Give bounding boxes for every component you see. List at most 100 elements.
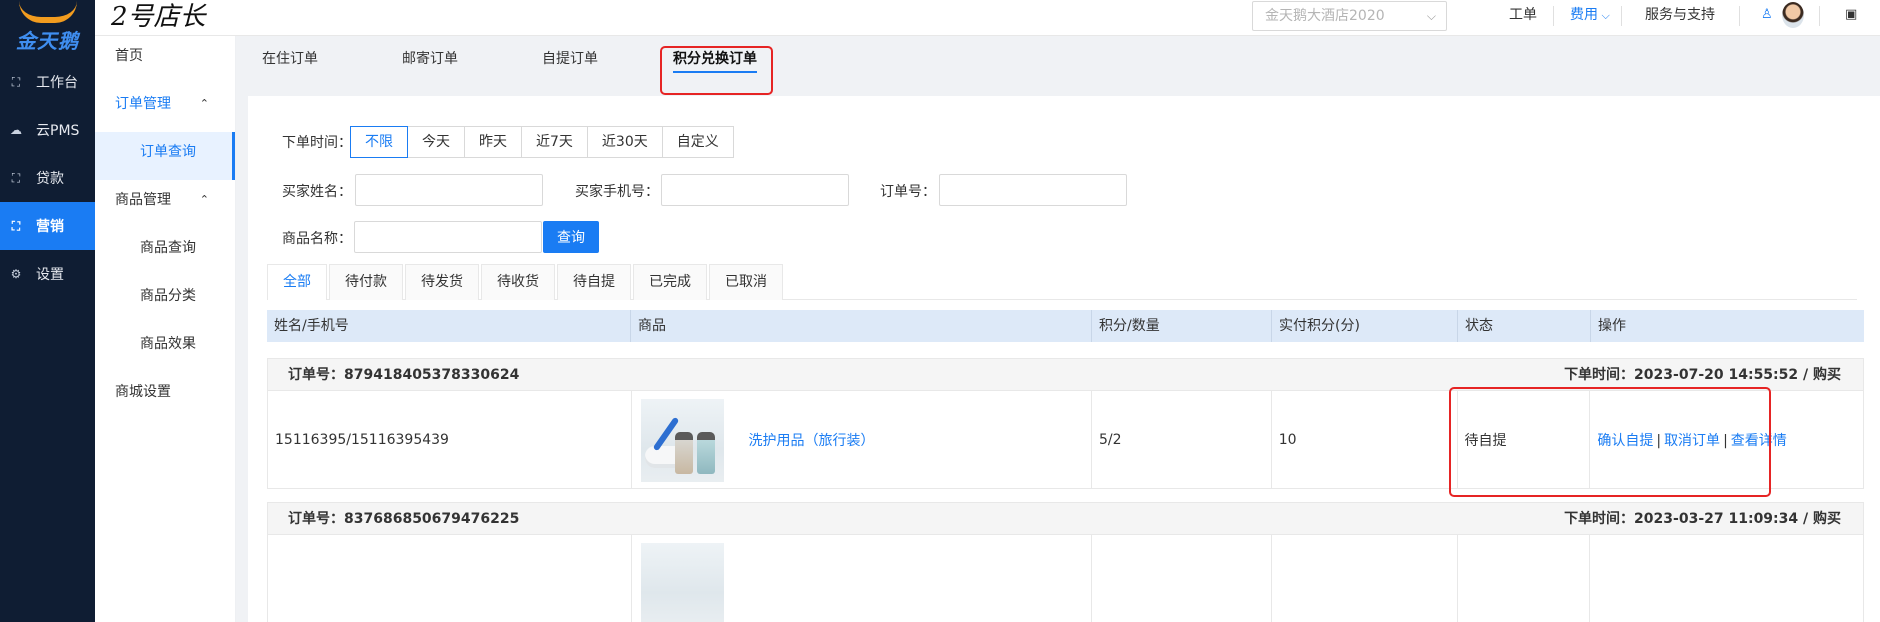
goods-name-label: 商品名称： (282, 231, 352, 247)
table-header: 姓名/手机号 商品 积分/数量 实付积分(分) 状态 操作 (267, 310, 1864, 342)
column-header: 积分/数量 (1092, 310, 1272, 342)
tab-mail-orders[interactable]: 邮寄订单 (402, 48, 458, 68)
chevron-down-icon: ⌵ (1426, 9, 1436, 23)
buyer-phone-label: 买家手机号： (575, 184, 659, 200)
subnav-group-label: 商品管理 (115, 192, 171, 208)
cloud-icon: ☁ (10, 123, 22, 137)
rail-item-label: 工作台 (36, 75, 78, 91)
order-no-input[interactable] (939, 174, 1127, 206)
qrcode-icon[interactable]: ▣ (1845, 0, 1857, 32)
logo-text: 金天鹅 (16, 29, 79, 53)
order-card-header: 订单号：879418405378330624 下单时间：2023-07-20 1… (268, 359, 1863, 391)
status-cell (1458, 535, 1591, 622)
subnav-goods-category[interactable]: 商品分类 (95, 276, 235, 324)
status-tab-pending-shipment[interactable]: 待发货 (405, 264, 479, 300)
bottle-shape (696, 432, 715, 474)
status-tab-pending-payment[interactable]: 待付款 (329, 264, 403, 300)
work-order-link[interactable]: 工单 (1509, 0, 1537, 32)
paid-points-cell (1272, 535, 1458, 622)
divider (1553, 6, 1554, 26)
paid-points: 10 (1278, 431, 1297, 448)
order-card: 订单号：879418405378330624 下单时间：2023-07-20 1… (267, 358, 1864, 489)
main-nav-rail: 金天鹅 ⛶ 工作台 ☁ 云PMS ⛶ 贷款 ⛶ 营销 ⚙ 设置 (0, 0, 95, 622)
subnav-mall-settings[interactable]: 商城设置 (95, 372, 235, 420)
subnav-goods-query[interactable]: 商品查询 (95, 228, 235, 276)
logo-mark-icon (18, 1, 77, 23)
tab-in-house-orders[interactable]: 在住订单 (262, 48, 318, 68)
rail-item-label: 云PMS (36, 123, 80, 139)
status-tab-pending-pickup[interactable]: 待自提 (557, 264, 631, 300)
buyer-phone-input[interactable] (661, 174, 849, 206)
marketing-icon: ⛶ (11, 218, 21, 233)
column-header: 操作 (1598, 318, 1626, 334)
column-header: 商品 (631, 310, 1092, 342)
order-number: 订单号：837686850679476225 (288, 511, 520, 527)
rail-item-label: 营销 (36, 219, 64, 235)
rail-item-loan[interactable]: ⛶ 贷款 (0, 154, 95, 202)
fee-menu[interactable]: 费用 ⌵ (1555, 0, 1610, 32)
time-option-custom[interactable]: 自定义 (661, 126, 734, 158)
subnav-goods-management[interactable]: 商品管理 ⌃ (95, 180, 235, 228)
cancel-order-link[interactable]: 取消订单 (1664, 433, 1720, 449)
subnav-goods-effect[interactable]: 商品效果 (95, 324, 235, 372)
app-root: 金天鹅 ⛶ 工作台 ☁ 云PMS ⛶ 贷款 ⛶ 营销 ⚙ 设置 2号店长 金天鹅… (0, 0, 1880, 622)
rail-item-workbench[interactable]: ⛶ 工作台 (0, 58, 95, 106)
bottle-shape (674, 432, 693, 474)
status-tab-pending-receipt[interactable]: 待收货 (481, 264, 555, 300)
subnav-home[interactable]: 首页 (95, 36, 235, 84)
hotel-select-value: 金天鹅大酒店2020 (1265, 8, 1385, 24)
table-row (268, 535, 1863, 622)
chevron-up-icon: ⌃ (199, 193, 209, 206)
hotel-select[interactable]: 金天鹅大酒店2020 ⌵ (1252, 1, 1447, 31)
workbench-icon: ⛶ (11, 74, 21, 89)
rail-item-label: 贷款 (36, 171, 64, 187)
rail-item-cloud-pms[interactable]: ☁ 云PMS (0, 106, 95, 154)
service-support-link[interactable]: 服务与支持 (1645, 0, 1715, 32)
tab-pickup-orders[interactable]: 自提订单 (542, 48, 598, 68)
time-range-selector: 不限 今天 昨天 近7天 近30天 自定义 (350, 126, 734, 158)
order-time: 下单时间：2023-03-27 11:09:34 / 购买 (1564, 511, 1841, 527)
avatar[interactable] (1782, 2, 1804, 28)
chevron-up-icon: ⌃ (199, 97, 209, 110)
subnav-order-query[interactable]: 订单查询 (95, 132, 235, 180)
rail-item-label: 设置 (36, 267, 64, 283)
user-icon[interactable]: ♙ (1761, 0, 1773, 32)
buyer-name-input[interactable] (355, 174, 543, 206)
buyer-cell (268, 535, 632, 622)
rail-item-settings[interactable]: ⚙ 设置 (0, 250, 95, 298)
goods-name-link[interactable]: 洗护用品（旅行装） (749, 430, 875, 450)
column-header: 状态 (1458, 310, 1591, 342)
status-tab-all[interactable]: 全部 (267, 264, 327, 300)
time-option-yesterday[interactable]: 昨天 (464, 126, 522, 158)
column-header: 实付积分(分) (1272, 310, 1458, 342)
goods-thumbnail[interactable] (640, 399, 724, 482)
query-button[interactable]: 查询 (543, 221, 599, 253)
secondary-sidebar: 首页 订单管理 ⌃ 订单查询 商品管理 ⌃ 商品查询 商品分类 商品效果 商城设… (95, 36, 236, 622)
order-number: 订单号：879418405378330624 (288, 367, 520, 383)
chevron-down-icon: ⌵ (1598, 9, 1610, 22)
main-content: 在住订单 邮寄订单 自提订单 积分兑换订单 下单时间： 不限 今天 昨天 近7天… (236, 36, 1880, 622)
confirm-pickup-link[interactable]: 确认自提 (1597, 433, 1653, 449)
time-option-30-days[interactable]: 近30天 (586, 126, 663, 158)
time-option-today[interactable]: 今天 (407, 126, 465, 158)
table-row: 15116395/15116395439 洗护用品（旅行装） 5/2 10 待自… (268, 391, 1863, 488)
time-option-7-days[interactable]: 近7天 (521, 126, 588, 158)
brand-logo: 金天鹅 (0, 0, 95, 58)
status-tab-cancelled[interactable]: 已取消 (709, 264, 783, 300)
status-tab-completed[interactable]: 已完成 (633, 264, 707, 300)
goods-thumbnail[interactable] (640, 543, 724, 622)
buyer-cell: 15116395/15116395439 (268, 391, 632, 488)
column-header: 姓名/手机号 (267, 310, 631, 342)
goods-cell: 洗护用品（旅行装） (632, 391, 1092, 488)
goods-name-input[interactable] (354, 221, 542, 253)
buyer-name-label: 买家姓名： (282, 184, 352, 200)
order-card-header: 订单号：837686850679476225 下单时间：2023-03-27 1… (268, 503, 1863, 535)
tab-points-exchange-orders[interactable]: 积分兑换订单 (673, 48, 757, 73)
time-option-unlimited[interactable]: 不限 (350, 126, 408, 158)
view-details-link[interactable]: 查看详情 (1731, 433, 1787, 449)
actions-cell (1590, 535, 1863, 622)
order-no-label: 订单号： (880, 184, 936, 200)
subnav-order-management[interactable]: 订单管理 ⌃ (95, 84, 235, 132)
action-separator: | (1656, 432, 1662, 449)
rail-item-marketing[interactable]: ⛶ 营销 (0, 202, 95, 250)
